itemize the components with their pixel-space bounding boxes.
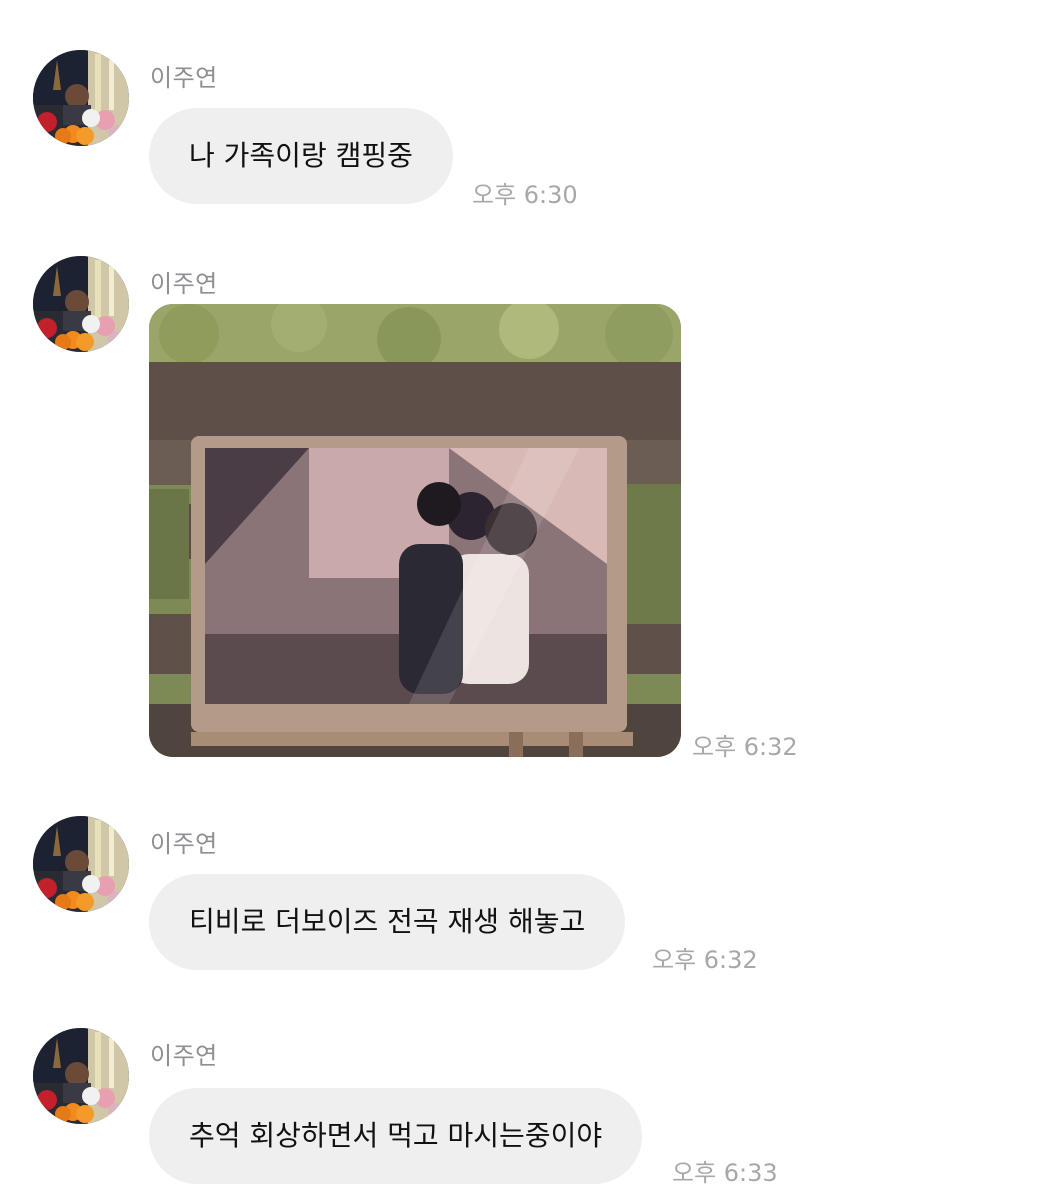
sender-name: 이주연 — [150, 64, 218, 92]
message-bubble[interactable]: 티비로 더보이즈 전곡 재생 해놓고 — [149, 874, 626, 970]
message-timestamp: 오후 6:32 — [652, 946, 758, 974]
sender-name: 이주연 — [150, 270, 218, 298]
sender-name: 이주연 — [150, 830, 218, 858]
profile-photo-icon — [33, 816, 129, 912]
avatar[interactable] — [33, 50, 129, 146]
avatar[interactable] — [33, 816, 129, 912]
message-photo[interactable] — [149, 304, 681, 757]
message-timestamp: 오후 6:33 — [672, 1159, 778, 1187]
profile-photo-icon — [33, 50, 129, 146]
profile-photo-icon — [33, 1028, 129, 1124]
sender-name: 이주연 — [150, 1042, 218, 1070]
profile-photo-icon — [33, 256, 129, 352]
photo-tv-on-easel-icon — [149, 304, 681, 757]
message-timestamp: 오후 6:32 — [692, 733, 798, 761]
message-timestamp: 오후 6:30 — [472, 181, 578, 209]
chat-thread: 이주연 나 가족이랑 캠핑중 오후 6:30 이주연 오후 6:32 이주연 티… — [0, 0, 1053, 1200]
message-bubble[interactable]: 나 가족이랑 캠핑중 — [149, 108, 453, 204]
avatar[interactable] — [33, 1028, 129, 1124]
message-bubble[interactable]: 추억 회상하면서 먹고 마시는중이야 — [149, 1088, 643, 1184]
avatar[interactable] — [33, 256, 129, 352]
